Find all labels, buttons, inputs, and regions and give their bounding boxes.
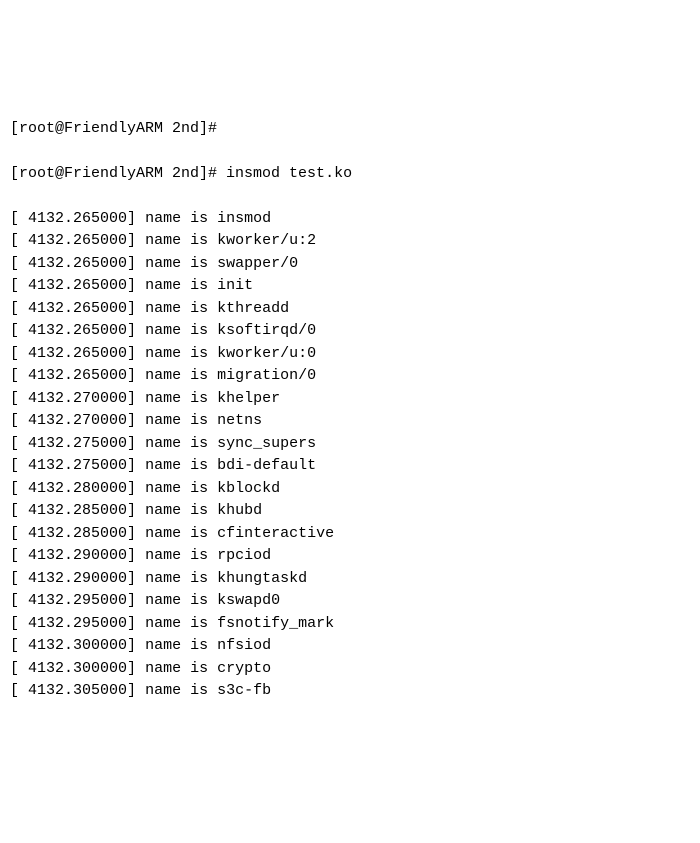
log-prefix: name is	[145, 322, 208, 339]
log-process-name: nfsiod	[217, 637, 271, 654]
kernel-log-line: [ 4132.265000] name is insmod	[10, 208, 690, 231]
log-process-name: kthreadd	[217, 300, 289, 317]
kernel-log-line: [ 4132.265000] name is kworker/u:2	[10, 230, 690, 253]
kernel-log-line: [ 4132.275000] name is sync_supers	[10, 433, 690, 456]
log-prefix: name is	[145, 435, 208, 452]
log-prefix: name is	[145, 615, 208, 632]
kernel-log-line: [ 4132.265000] name is migration/0	[10, 365, 690, 388]
log-process-name: sync_supers	[217, 435, 316, 452]
shell-prompt: [root@FriendlyARM 2nd]#	[10, 163, 226, 186]
log-prefix: name is	[145, 367, 208, 384]
log-timestamp: 4132.265000	[28, 255, 127, 272]
log-timestamp: 4132.290000	[28, 570, 127, 587]
log-timestamp: 4132.295000	[28, 592, 127, 609]
kernel-log-line: [ 4132.290000] name is rpciod	[10, 545, 690, 568]
log-prefix: name is	[145, 210, 208, 227]
log-process-name: fsnotify_mark	[217, 615, 334, 632]
log-timestamp: 4132.285000	[28, 525, 127, 542]
log-timestamp: 4132.275000	[28, 435, 127, 452]
log-prefix: name is	[145, 660, 208, 677]
log-prefix: name is	[145, 345, 208, 362]
kernel-log-line: [ 4132.270000] name is khelper	[10, 388, 690, 411]
kernel-log-line: [ 4132.305000] name is s3c-fb	[10, 680, 690, 703]
log-timestamp: 4132.265000	[28, 232, 127, 249]
log-prefix: name is	[145, 637, 208, 654]
kernel-log-line: [ 4132.265000] name is init	[10, 275, 690, 298]
log-timestamp: 4132.265000	[28, 300, 127, 317]
kernel-log-line: [ 4132.285000] name is cfinteractive	[10, 523, 690, 546]
kernel-log-line: [ 4132.270000] name is netns	[10, 410, 690, 433]
kernel-log-line: [ 4132.300000] name is nfsiod	[10, 635, 690, 658]
log-timestamp: 4132.280000	[28, 480, 127, 497]
log-prefix: name is	[145, 547, 208, 564]
log-process-name: cfinteractive	[217, 525, 334, 542]
log-process-name: khelper	[217, 390, 280, 407]
kernel-log-line: [ 4132.265000] name is kthreadd	[10, 298, 690, 321]
log-prefix: name is	[145, 390, 208, 407]
log-prefix: name is	[145, 570, 208, 587]
kernel-log-line: [ 4132.265000] name is kworker/u:0	[10, 343, 690, 366]
prompt-line-command: [root@FriendlyARM 2nd]#	[10, 163, 690, 186]
log-prefix: name is	[145, 412, 208, 429]
kernel-log-block: [ 4132.265000] name is insmod[ 4132.2650…	[10, 208, 690, 703]
log-process-name: crypto	[217, 660, 271, 677]
log-process-name: kblockd	[217, 480, 280, 497]
kernel-log-line: [ 4132.265000] name is swapper/0	[10, 253, 690, 276]
log-prefix: name is	[145, 457, 208, 474]
log-process-name: bdi-default	[217, 457, 316, 474]
log-timestamp: 4132.290000	[28, 547, 127, 564]
log-process-name: migration/0	[217, 367, 316, 384]
kernel-log-line: [ 4132.300000] name is crypto	[10, 658, 690, 681]
log-prefix: name is	[145, 232, 208, 249]
kernel-log-line: [ 4132.275000] name is bdi-default	[10, 455, 690, 478]
log-prefix: name is	[145, 277, 208, 294]
log-prefix: name is	[145, 502, 208, 519]
log-timestamp: 4132.295000	[28, 615, 127, 632]
kernel-log-line: [ 4132.280000] name is kblockd	[10, 478, 690, 501]
log-timestamp: 4132.300000	[28, 660, 127, 677]
kernel-log-line: [ 4132.295000] name is fsnotify_mark	[10, 613, 690, 636]
log-process-name: swapper/0	[217, 255, 298, 272]
log-process-name: netns	[217, 412, 262, 429]
kernel-log-line: [ 4132.285000] name is khubd	[10, 500, 690, 523]
log-prefix: name is	[145, 255, 208, 272]
terminal-output: [root@FriendlyARM 2nd]# [root@FriendlyAR…	[10, 95, 690, 725]
log-process-name: init	[217, 277, 253, 294]
log-process-name: rpciod	[217, 547, 271, 564]
log-timestamp: 4132.285000	[28, 502, 127, 519]
log-timestamp: 4132.305000	[28, 682, 127, 699]
kernel-log-line: [ 4132.265000] name is ksoftirqd/0	[10, 320, 690, 343]
log-prefix: name is	[145, 682, 208, 699]
log-process-name: insmod	[217, 210, 271, 227]
log-timestamp: 4132.300000	[28, 637, 127, 654]
log-timestamp: 4132.270000	[28, 412, 127, 429]
log-timestamp: 4132.265000	[28, 367, 127, 384]
log-prefix: name is	[145, 525, 208, 542]
kernel-log-line: [ 4132.290000] name is khungtaskd	[10, 568, 690, 591]
log-process-name: kswapd0	[217, 592, 280, 609]
log-process-name: ksoftirqd/0	[217, 322, 316, 339]
log-timestamp: 4132.265000	[28, 210, 127, 227]
log-process-name: khungtaskd	[217, 570, 307, 587]
log-timestamp: 4132.275000	[28, 457, 127, 474]
log-process-name: s3c-fb	[217, 682, 271, 699]
log-process-name: khubd	[217, 502, 262, 519]
kernel-log-line: [ 4132.295000] name is kswapd0	[10, 590, 690, 613]
command-input[interactable]	[226, 163, 690, 186]
log-timestamp: 4132.265000	[28, 345, 127, 362]
log-timestamp: 4132.265000	[28, 322, 127, 339]
log-prefix: name is	[145, 300, 208, 317]
log-prefix: name is	[145, 480, 208, 497]
log-timestamp: 4132.265000	[28, 277, 127, 294]
prompt-line-empty: [root@FriendlyARM 2nd]#	[10, 118, 690, 141]
log-timestamp: 4132.270000	[28, 390, 127, 407]
log-process-name: kworker/u:2	[217, 232, 316, 249]
log-process-name: kworker/u:0	[217, 345, 316, 362]
log-prefix: name is	[145, 592, 208, 609]
